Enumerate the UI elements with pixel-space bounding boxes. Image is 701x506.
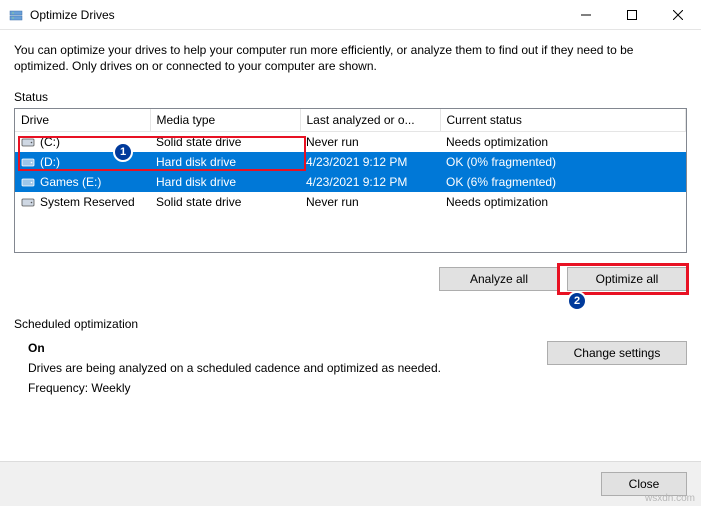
drive-status: OK (0% fragmented) — [440, 152, 686, 172]
scheduled-on: On — [28, 341, 527, 355]
drive-status: Needs optimization — [440, 192, 686, 212]
drive-last: Never run — [300, 192, 440, 212]
close-button[interactable]: Close — [601, 472, 687, 496]
scheduled-label: Scheduled optimization — [14, 317, 687, 331]
minimize-button[interactable] — [563, 0, 609, 30]
drive-media: Hard disk drive — [150, 172, 300, 192]
drive-icon — [21, 196, 35, 208]
maximize-button[interactable] — [609, 0, 655, 30]
table-header-row: Drive Media type Last analyzed or o... C… — [15, 109, 686, 132]
analyze-all-button[interactable]: Analyze all — [439, 267, 559, 291]
drive-name: System Reserved — [40, 195, 135, 209]
table-row[interactable]: (D:) Hard disk drive 4/23/2021 9:12 PM O… — [15, 152, 686, 172]
content-area: You can optimize your drives to help you… — [0, 30, 701, 403]
drive-status: OK (6% fragmented) — [440, 172, 686, 192]
app-icon — [8, 7, 24, 23]
drive-media: Hard disk drive — [150, 152, 300, 172]
change-settings-button[interactable]: Change settings — [547, 341, 687, 365]
drive-status: Needs optimization — [440, 132, 686, 153]
close-window-button[interactable] — [655, 0, 701, 30]
footer: Close — [0, 461, 701, 506]
drives-table: Drive Media type Last analyzed or o... C… — [15, 109, 686, 212]
col-header-drive[interactable]: Drive — [15, 109, 150, 132]
titlebar: Optimize Drives — [0, 0, 701, 30]
intro-text: You can optimize your drives to help you… — [14, 42, 687, 74]
drive-icon — [21, 176, 35, 188]
drive-name: (C:) — [40, 135, 60, 149]
drives-table-container: Drive Media type Last analyzed or o... C… — [14, 108, 687, 253]
optimize-all-button[interactable]: Optimize all — [567, 267, 687, 291]
frequency-value: Weekly — [91, 381, 130, 395]
col-header-media[interactable]: Media type — [150, 109, 300, 132]
col-header-status[interactable]: Current status — [440, 109, 686, 132]
drive-icon — [21, 136, 35, 148]
drive-last: 4/23/2021 9:12 PM — [300, 152, 440, 172]
drive-media: Solid state drive — [150, 132, 300, 153]
window-title: Optimize Drives — [30, 8, 115, 22]
status-label: Status — [14, 90, 687, 104]
action-button-row: Analyze all Optimize all 2 — [14, 267, 687, 291]
scheduled-frequency: Frequency: Weekly — [28, 381, 527, 395]
drive-last: Never run — [300, 132, 440, 153]
drive-name: (D:) — [40, 155, 60, 169]
drive-icon — [21, 156, 35, 168]
window-controls — [563, 0, 701, 30]
drive-media: Solid state drive — [150, 192, 300, 212]
col-header-last[interactable]: Last analyzed or o... — [300, 109, 440, 132]
table-row[interactable]: Games (E:) Hard disk drive 4/23/2021 9:1… — [15, 172, 686, 192]
scheduled-section: Scheduled optimization On Drives are bei… — [14, 317, 687, 395]
table-row[interactable]: System Reserved Solid state drive Never … — [15, 192, 686, 212]
drive-last: 4/23/2021 9:12 PM — [300, 172, 440, 192]
frequency-label: Frequency: — [28, 381, 91, 395]
drive-name: Games (E:) — [40, 175, 101, 189]
scheduled-desc: Drives are being analyzed on a scheduled… — [28, 361, 527, 375]
table-row[interactable]: (C:) Solid state drive Never run Needs o… — [15, 132, 686, 153]
annotation-badge-2: 2 — [567, 291, 587, 311]
